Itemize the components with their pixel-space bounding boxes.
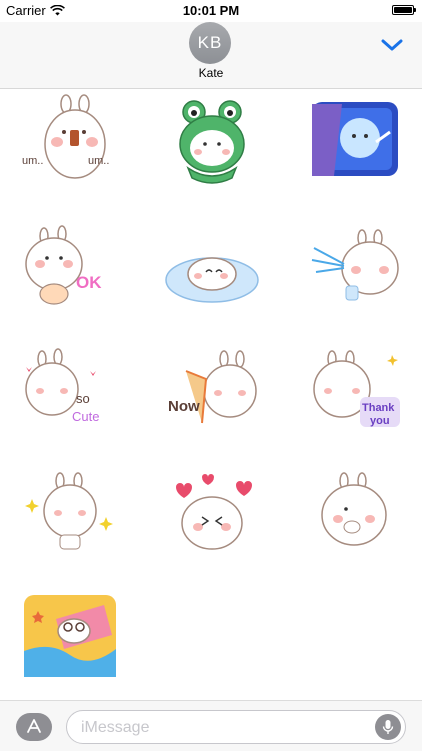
sticker-bunny-water-spray[interactable] [304, 224, 404, 324]
sticker-text: Thank [362, 402, 395, 414]
sticker-bunny-now[interactable]: Now [162, 347, 262, 447]
sticker-text: Now [168, 398, 200, 415]
sticker-bunny-shy[interactable] [304, 469, 404, 569]
sticker-window-bubble[interactable] [304, 94, 404, 194]
status-bar: Carrier 10:01 PM [0, 0, 422, 22]
message-composer: iMessage [0, 700, 422, 751]
sticker-text: um.. [88, 155, 109, 167]
sticker-text: you [370, 415, 390, 427]
sticker-frog-costume[interactable] [162, 94, 262, 194]
sticker-bunny-ok[interactable]: OK [20, 224, 120, 324]
sticker-bunny-puddle[interactable] [162, 224, 262, 324]
contact-name[interactable]: Kate [0, 66, 422, 80]
sticker-bunny-beach[interactable] [20, 591, 120, 691]
message-placeholder: iMessage [81, 719, 150, 736]
sticker-bunny-hearts[interactable] [162, 469, 262, 569]
sticker-bunny-so-cute[interactable]: so Cute [20, 347, 120, 447]
sticker-text: OK [76, 273, 102, 292]
message-input[interactable]: iMessage [66, 710, 406, 744]
sticker-bunny-sparkle[interactable] [20, 469, 120, 569]
sticker-grid: um.. um.. OK so Cute Now Thank you [0, 89, 422, 699]
app-store-icon [27, 719, 41, 733]
chevron-down-icon[interactable] [380, 36, 404, 54]
battery-icon [392, 5, 416, 15]
conversation-header: KB Kate [0, 22, 422, 89]
microphone-icon [382, 720, 394, 734]
app-store-button[interactable] [16, 713, 52, 741]
sticker-text: um.. [22, 155, 43, 167]
avatar[interactable]: KB [189, 22, 231, 64]
sticker-bunny-um[interactable]: um.. um.. [20, 94, 120, 194]
sticker-bunny-thank-you[interactable]: Thank you [304, 347, 404, 447]
sticker-text: so [76, 391, 90, 406]
microphone-button[interactable] [375, 714, 401, 740]
sticker-text: Cute [72, 409, 99, 424]
status-time: 10:01 PM [182, 3, 240, 18]
